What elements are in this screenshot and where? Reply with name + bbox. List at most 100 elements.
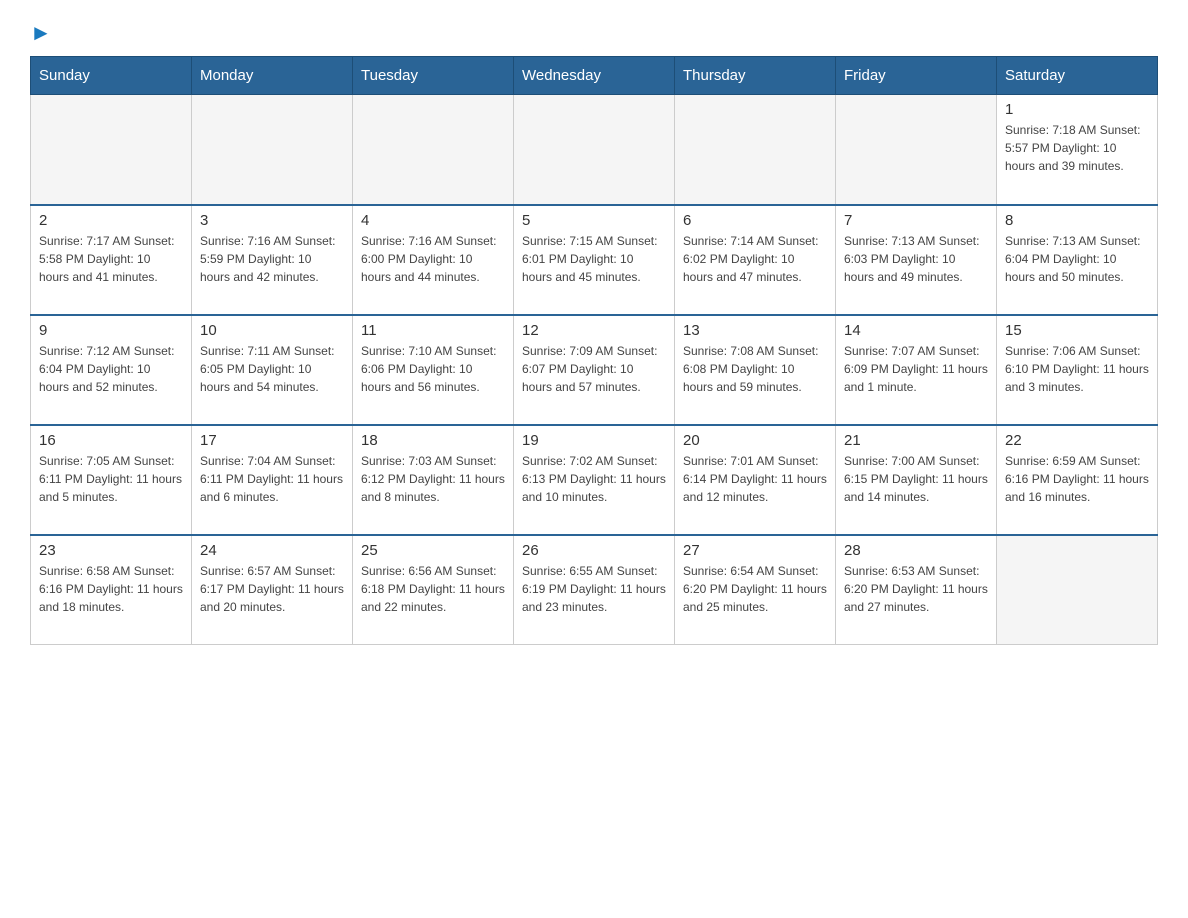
day-info: Sunrise: 6:57 AM Sunset: 6:17 PM Dayligh… [200,562,344,616]
day-number: 22 [1005,432,1149,449]
calendar-week-row: 2 Sunrise: 7:17 AM Sunset: 5:58 PM Daylig… [31,205,1158,315]
day-info: Sunrise: 6:55 AM Sunset: 6:19 PM Dayligh… [522,562,666,616]
calendar-day-cell: 13 Sunrise: 7:08 AM Sunset: 6:08 PM Dayli… [675,315,836,425]
day-number: 18 [361,432,505,449]
calendar-day-cell: 17 Sunrise: 7:04 AM Sunset: 6:11 PM Dayli… [192,425,353,535]
day-info: Sunrise: 7:01 AM Sunset: 6:14 PM Dayligh… [683,452,827,506]
calendar-day-cell: 18 Sunrise: 7:03 AM Sunset: 6:12 PM Dayli… [353,425,514,535]
calendar-day-cell: 23Sunrise: 6:58 AM Sunset: 6:16 PM Dayli… [31,535,192,645]
day-info: Sunrise: 7:18 AM Sunset: 5:57 PM Dayligh… [1005,121,1149,175]
calendar-day-cell: 10 Sunrise: 7:11 AM Sunset: 6:05 PM Dayli… [192,315,353,425]
logo-blue-text: ► [30,20,52,45]
day-info: Sunrise: 6:59 AM Sunset: 6:16 PM Dayligh… [1005,452,1149,506]
day-number: 10 [200,322,344,339]
calendar-day-cell: 15 Sunrise: 7:06 AM Sunset: 6:10 PM Dayli… [997,315,1158,425]
day-number: 3 [200,212,344,229]
day-of-week-header: Tuesday [353,57,514,95]
calendar-day-cell [31,95,192,205]
day-number: 7 [844,212,988,229]
day-number: 27 [683,542,827,559]
day-number: 9 [39,322,183,339]
day-number: 16 [39,432,183,449]
day-info: Sunrise: 7:14 AM Sunset: 6:02 PM Dayligh… [683,232,827,286]
day-number: 24 [200,542,344,559]
calendar-day-cell: 3 Sunrise: 7:16 AM Sunset: 5:59 PM Daylig… [192,205,353,315]
day-number: 28 [844,542,988,559]
day-info: Sunrise: 7:17 AM Sunset: 5:58 PM Dayligh… [39,232,183,286]
calendar-table: SundayMondayTuesdayWednesdayThursdayFrid… [30,56,1158,645]
day-info: Sunrise: 7:08 AM Sunset: 6:08 PM Dayligh… [683,342,827,396]
day-info: Sunrise: 7:13 AM Sunset: 6:04 PM Dayligh… [1005,232,1149,286]
calendar-day-cell: 5Sunrise: 7:15 AM Sunset: 6:01 PM Daylig… [514,205,675,315]
calendar-header-row: SundayMondayTuesdayWednesdayThursdayFrid… [31,57,1158,95]
day-info: Sunrise: 7:11 AM Sunset: 6:05 PM Dayligh… [200,342,344,396]
day-number: 25 [361,542,505,559]
calendar-day-cell: 2 Sunrise: 7:17 AM Sunset: 5:58 PM Daylig… [31,205,192,315]
day-number: 4 [361,212,505,229]
calendar-day-cell: 1 Sunrise: 7:18 AM Sunset: 5:57 PM Daylig… [997,95,1158,205]
calendar-day-cell: 27 Sunrise: 6:54 AM Sunset: 6:20 PM Dayli… [675,535,836,645]
calendar-day-cell: 25 Sunrise: 6:56 AM Sunset: 6:18 PM Dayli… [353,535,514,645]
day-info: Sunrise: 7:09 AM Sunset: 6:07 PM Dayligh… [522,342,666,396]
day-of-week-header: Monday [192,57,353,95]
day-of-week-header: Sunday [31,57,192,95]
calendar-day-cell: 26 Sunrise: 6:55 AM Sunset: 6:19 PM Dayli… [514,535,675,645]
calendar-day-cell: 28 Sunrise: 6:53 AM Sunset: 6:20 PM Dayli… [836,535,997,645]
day-number: 13 [683,322,827,339]
day-info: Sunrise: 7:15 AM Sunset: 6:01 PM Dayligh… [522,232,666,286]
day-number: 20 [683,432,827,449]
calendar-day-cell: 20 Sunrise: 7:01 AM Sunset: 6:14 PM Dayli… [675,425,836,535]
day-number: 1 [1005,101,1149,118]
day-info: Sunrise: 7:16 AM Sunset: 5:59 PM Dayligh… [200,232,344,286]
calendar-day-cell: 14 Sunrise: 7:07 AM Sunset: 6:09 PM Dayli… [836,315,997,425]
day-info: Sunrise: 7:00 AM Sunset: 6:15 PM Dayligh… [844,452,988,506]
calendar-week-row: 1 Sunrise: 7:18 AM Sunset: 5:57 PM Daylig… [31,95,1158,205]
calendar-day-cell: 19 Sunrise: 7:02 AM Sunset: 6:13 PM Dayli… [514,425,675,535]
day-number: 15 [1005,322,1149,339]
day-number: 2 [39,212,183,229]
day-info: Sunrise: 7:04 AM Sunset: 6:11 PM Dayligh… [200,452,344,506]
day-info: Sunrise: 6:54 AM Sunset: 6:20 PM Dayligh… [683,562,827,616]
day-info: Sunrise: 6:58 AM Sunset: 6:16 PM Dayligh… [39,562,183,616]
calendar-day-cell: 6 Sunrise: 7:14 AM Sunset: 6:02 PM Daylig… [675,205,836,315]
day-info: Sunrise: 7:03 AM Sunset: 6:12 PM Dayligh… [361,452,505,506]
logo: ► [30,20,52,46]
day-number: 26 [522,542,666,559]
calendar-day-cell: 16 Sunrise: 7:05 AM Sunset: 6:11 PM Dayli… [31,425,192,535]
day-number: 12 [522,322,666,339]
calendar-day-cell: 24 Sunrise: 6:57 AM Sunset: 6:17 PM Dayli… [192,535,353,645]
calendar-day-cell [192,95,353,205]
day-info: Sunrise: 7:07 AM Sunset: 6:09 PM Dayligh… [844,342,988,396]
calendar-day-cell: 21 Sunrise: 7:00 AM Sunset: 6:15 PM Dayli… [836,425,997,535]
day-of-week-header: Friday [836,57,997,95]
day-number: 6 [683,212,827,229]
day-info: Sunrise: 7:10 AM Sunset: 6:06 PM Dayligh… [361,342,505,396]
day-info: Sunrise: 6:53 AM Sunset: 6:20 PM Dayligh… [844,562,988,616]
calendar-day-cell [997,535,1158,645]
calendar-day-cell [353,95,514,205]
day-of-week-header: Thursday [675,57,836,95]
day-of-week-header: Wednesday [514,57,675,95]
day-number: 17 [200,432,344,449]
day-info: Sunrise: 7:12 AM Sunset: 6:04 PM Dayligh… [39,342,183,396]
calendar-day-cell [514,95,675,205]
calendar-week-row: 23Sunrise: 6:58 AM Sunset: 6:16 PM Dayli… [31,535,1158,645]
day-number: 19 [522,432,666,449]
calendar-day-cell: 9 Sunrise: 7:12 AM Sunset: 6:04 PM Daylig… [31,315,192,425]
calendar-day-cell: 12 Sunrise: 7:09 AM Sunset: 6:07 PM Dayli… [514,315,675,425]
calendar-day-cell: 22 Sunrise: 6:59 AM Sunset: 6:16 PM Dayli… [997,425,1158,535]
calendar-day-cell [675,95,836,205]
day-number: 21 [844,432,988,449]
day-info: Sunrise: 7:05 AM Sunset: 6:11 PM Dayligh… [39,452,183,506]
day-number: 14 [844,322,988,339]
day-info: Sunrise: 7:02 AM Sunset: 6:13 PM Dayligh… [522,452,666,506]
calendar-day-cell: 7 Sunrise: 7:13 AM Sunset: 6:03 PM Daylig… [836,205,997,315]
calendar-week-row: 9 Sunrise: 7:12 AM Sunset: 6:04 PM Daylig… [31,315,1158,425]
calendar-day-cell: 4 Sunrise: 7:16 AM Sunset: 6:00 PM Daylig… [353,205,514,315]
day-info: Sunrise: 6:56 AM Sunset: 6:18 PM Dayligh… [361,562,505,616]
page-header: ► [30,20,1158,46]
day-number: 11 [361,322,505,339]
day-info: Sunrise: 7:13 AM Sunset: 6:03 PM Dayligh… [844,232,988,286]
day-info: Sunrise: 7:16 AM Sunset: 6:00 PM Dayligh… [361,232,505,286]
day-info: Sunrise: 7:06 AM Sunset: 6:10 PM Dayligh… [1005,342,1149,396]
